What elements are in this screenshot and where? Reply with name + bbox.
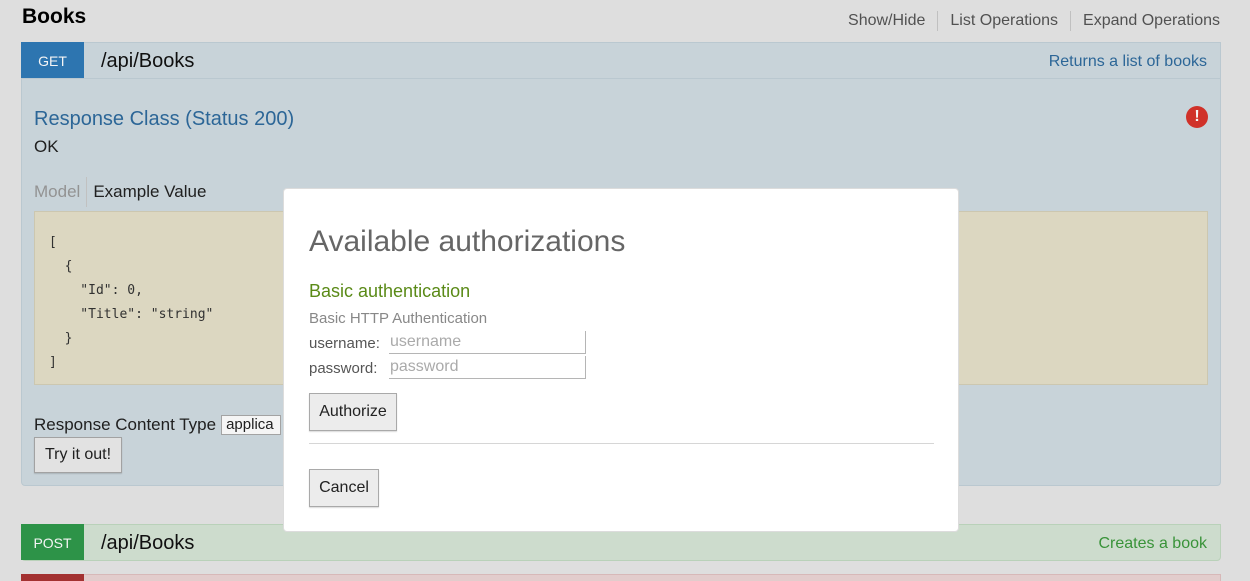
cancel-button[interactable]: Cancel (309, 469, 379, 507)
password-label: password: (309, 360, 378, 377)
authorizations-dialog: Available authorizations Basic authentic… (283, 188, 959, 532)
authorize-button[interactable]: Authorize (309, 393, 397, 431)
auth-scheme-description: Basic HTTP Authentication (309, 310, 488, 327)
auth-scheme-name: Basic authentication (309, 281, 471, 301)
username-input[interactable] (389, 331, 586, 354)
password-input[interactable] (389, 356, 586, 379)
dialog-divider (309, 443, 934, 444)
dialog-title: Available authorizations (309, 225, 626, 258)
username-label: username: (309, 335, 380, 352)
